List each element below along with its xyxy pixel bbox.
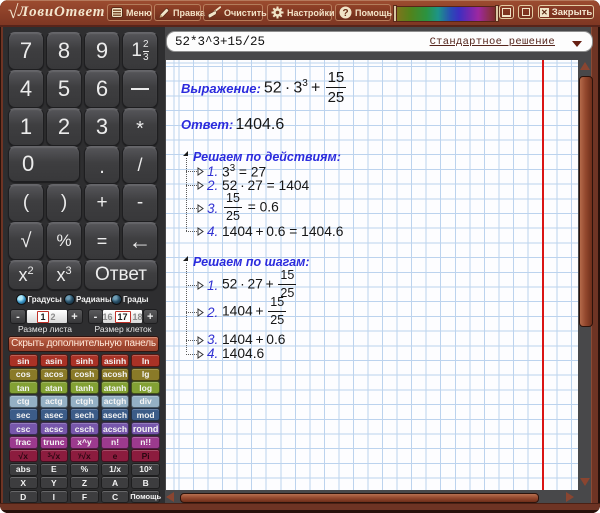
svg-text:?: ? [342, 8, 348, 19]
